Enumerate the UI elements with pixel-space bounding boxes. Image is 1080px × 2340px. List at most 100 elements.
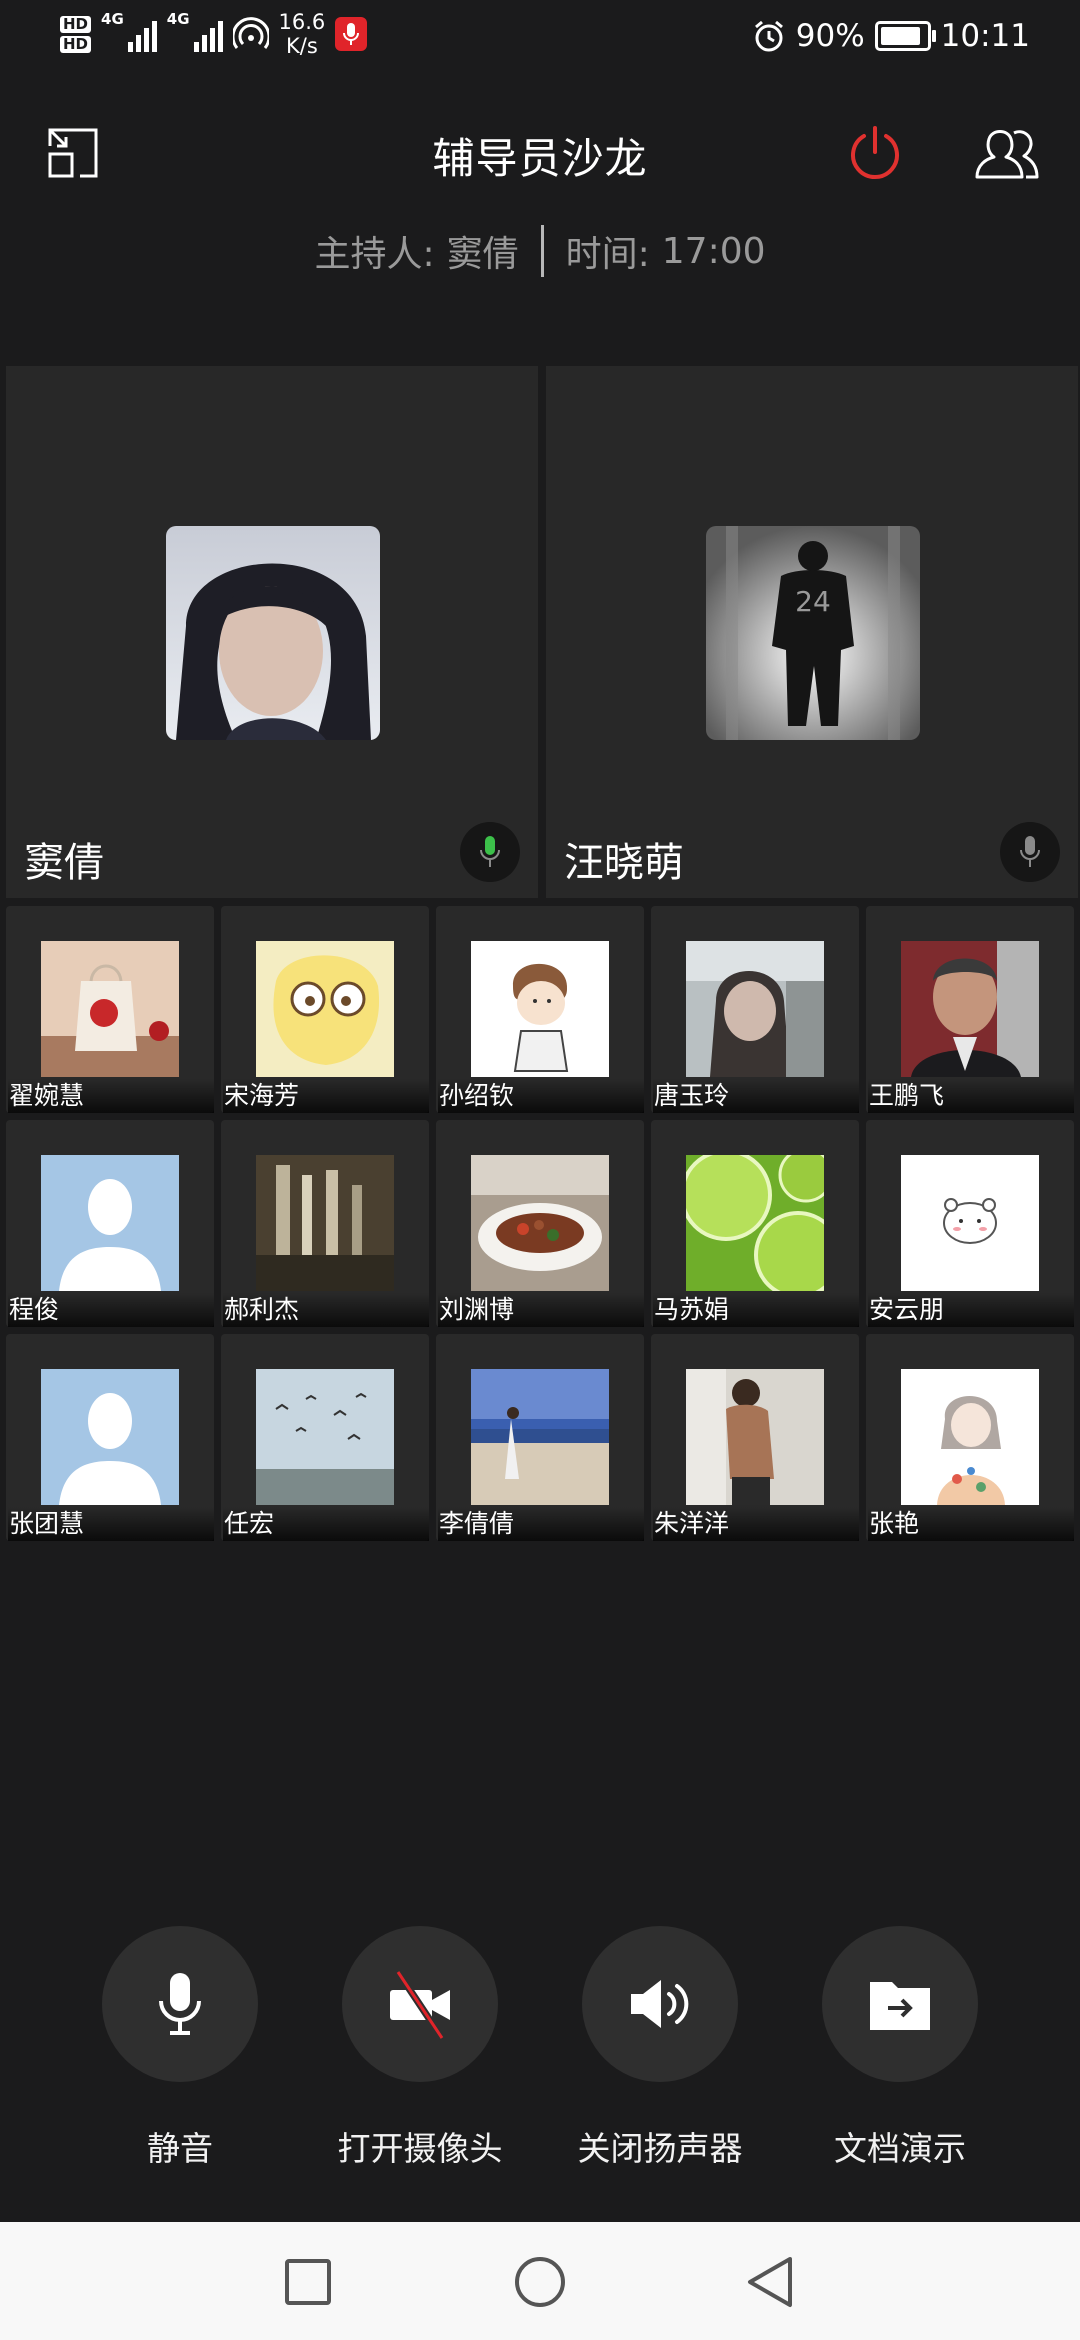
mute-button-circle[interactable] — [102, 1926, 258, 2082]
battery-percent: 90% — [795, 18, 865, 54]
hd-indicator: HD HD — [60, 13, 92, 56]
avatar — [686, 1155, 824, 1291]
camera-label: 打开摄像头 — [337, 2129, 503, 2168]
clock: 10:11 — [940, 18, 1030, 54]
triangle-back-icon — [748, 2257, 792, 2307]
speaker-label: 关闭扬声器 — [577, 2129, 743, 2168]
home-button[interactable] — [510, 2252, 570, 2312]
system-navigation-bar — [0, 2222, 1080, 2340]
speed-unit: K/s — [286, 34, 318, 58]
participant-name: 朱洋洋 — [653, 1507, 859, 1541]
participants-icon — [975, 130, 1039, 179]
svg-text:24: 24 — [795, 585, 831, 618]
network-speed: 16.6 K/s — [279, 10, 326, 58]
network-type-1: 4G — [101, 10, 124, 28]
participant-name: 唐玉玲 — [653, 1079, 859, 1113]
avatar — [41, 1155, 179, 1291]
document-share-button-circle[interactable] — [822, 1926, 978, 2082]
default-avatar-icon — [41, 1369, 179, 1505]
participant-tile[interactable]: 马苏娟 — [651, 1120, 859, 1327]
participant-name: 马苏娟 — [653, 1293, 859, 1327]
participant-tile[interactable]: 任宏 — [221, 1334, 429, 1541]
avatar — [41, 941, 179, 1077]
avatar — [256, 1155, 394, 1291]
main-video-tile-host[interactable]: 窦倩 — [6, 366, 538, 898]
folder-share-icon — [870, 1982, 930, 2030]
alarm-icon — [754, 20, 783, 52]
participant-name: 王鹏飞 — [868, 1079, 1074, 1113]
microphone-icon — [1020, 836, 1040, 867]
participants-button[interactable] — [972, 118, 1042, 188]
participant-name: 任宏 — [223, 1507, 429, 1541]
microphone-icon — [480, 836, 500, 867]
participant-tile[interactable]: 张艳 — [866, 1334, 1074, 1541]
speaker-mic-indicator — [460, 822, 520, 882]
speed-value: 16.6 — [278, 10, 326, 34]
meeting-time: 17:00 — [661, 230, 766, 272]
avatar — [901, 1369, 1039, 1505]
info-divider — [540, 225, 544, 277]
mute-label: 静音 — [147, 2129, 213, 2168]
speaker-button-circle[interactable] — [582, 1926, 738, 2082]
power-icon — [851, 126, 899, 180]
participant-name: 宋海芳 — [223, 1079, 429, 1113]
avatar — [471, 1369, 609, 1505]
network-type-2: 4G — [166, 10, 190, 28]
end-meeting-button[interactable] — [840, 118, 910, 188]
participant-tile[interactable]: 翟婉慧 — [6, 906, 214, 1113]
back-button[interactable] — [740, 2252, 800, 2312]
time-label: 时间: — [565, 234, 650, 275]
speaker-button[interactable]: 关闭扬声器 — [540, 1926, 780, 2170]
status-bar: HD HD 4G 4G 16.6 K/s 90% 10:11 — [0, 0, 1080, 80]
avatar — [686, 941, 824, 1077]
avatar — [256, 1369, 394, 1505]
camera-button-circle[interactable] — [342, 1926, 498, 2082]
avatar — [471, 1155, 609, 1291]
participant-tile[interactable]: 安云朋 — [866, 1120, 1074, 1327]
hotspot-icon — [232, 17, 269, 49]
participant-tile[interactable]: 孙绍钦 — [436, 906, 644, 1113]
microphone-icon — [159, 1973, 201, 2035]
participant-tile[interactable]: 郝利杰 — [221, 1120, 429, 1327]
participant-tile[interactable]: 刘渊博 — [436, 1120, 644, 1327]
speaker-name: 汪晓萌 — [564, 840, 684, 886]
avatar — [41, 1369, 179, 1505]
speaker-name: 窦倩 — [24, 840, 104, 886]
avatar — [256, 941, 394, 1077]
speaker-icon — [631, 1980, 689, 2028]
battery-icon — [874, 21, 936, 51]
meeting-header: 辅导员沙龙 主持人: 窦倩 时间: 17:00 — [0, 80, 1080, 310]
avatar: 24 — [706, 526, 920, 740]
participant-tile[interactable]: 王鹏飞 — [866, 906, 1074, 1113]
square-icon — [285, 2259, 331, 2305]
participant-name: 刘渊博 — [438, 1293, 644, 1327]
host-name: 窦倩 — [446, 234, 519, 275]
participant-name: 张艳 — [868, 1507, 1074, 1541]
avatar — [471, 941, 609, 1077]
mute-button[interactable]: 静音 — [60, 1926, 300, 2170]
main-video-tile-participant[interactable]: 24 汪晓萌 — [546, 366, 1078, 898]
participant-tile[interactable]: 唐玉玲 — [651, 906, 859, 1113]
participant-name: 孙绍钦 — [438, 1079, 644, 1113]
host-label: 主持人: — [314, 234, 435, 275]
avatar — [901, 941, 1039, 1077]
participant-name: 张团慧 — [8, 1507, 214, 1541]
hd1-label: HD — [60, 15, 92, 33]
participant-name: 安云朋 — [868, 1293, 1074, 1327]
document-share-button[interactable]: 文档演示 — [780, 1926, 1020, 2170]
avatar — [686, 1369, 824, 1505]
recent-apps-button[interactable] — [278, 2252, 338, 2312]
meeting-info: 主持人: 窦倩 时间: 17:00 — [0, 225, 1080, 277]
participant-tile[interactable]: 张团慧 — [6, 1334, 214, 1541]
participant-tile[interactable]: 朱洋洋 — [651, 1334, 859, 1541]
participant-tile[interactable]: 李倩倩 — [436, 1334, 644, 1541]
speaker-mic-indicator — [1000, 822, 1060, 882]
participant-grid: 翟婉慧 宋海芳 孙绍钦 唐玉玲 王鹏飞 程俊 郝利杰 刘渊博 马苏娟 安云朋 张… — [6, 906, 1074, 1541]
circle-icon — [515, 2257, 565, 2307]
participant-tile[interactable]: 程俊 — [6, 1120, 214, 1327]
signal-icon-1 — [127, 16, 157, 52]
camera-off-icon — [390, 1970, 450, 2040]
participant-tile[interactable]: 宋海芳 — [221, 906, 429, 1113]
participant-name: 程俊 — [8, 1293, 214, 1327]
camera-button[interactable]: 打开摄像头 — [300, 1926, 540, 2170]
